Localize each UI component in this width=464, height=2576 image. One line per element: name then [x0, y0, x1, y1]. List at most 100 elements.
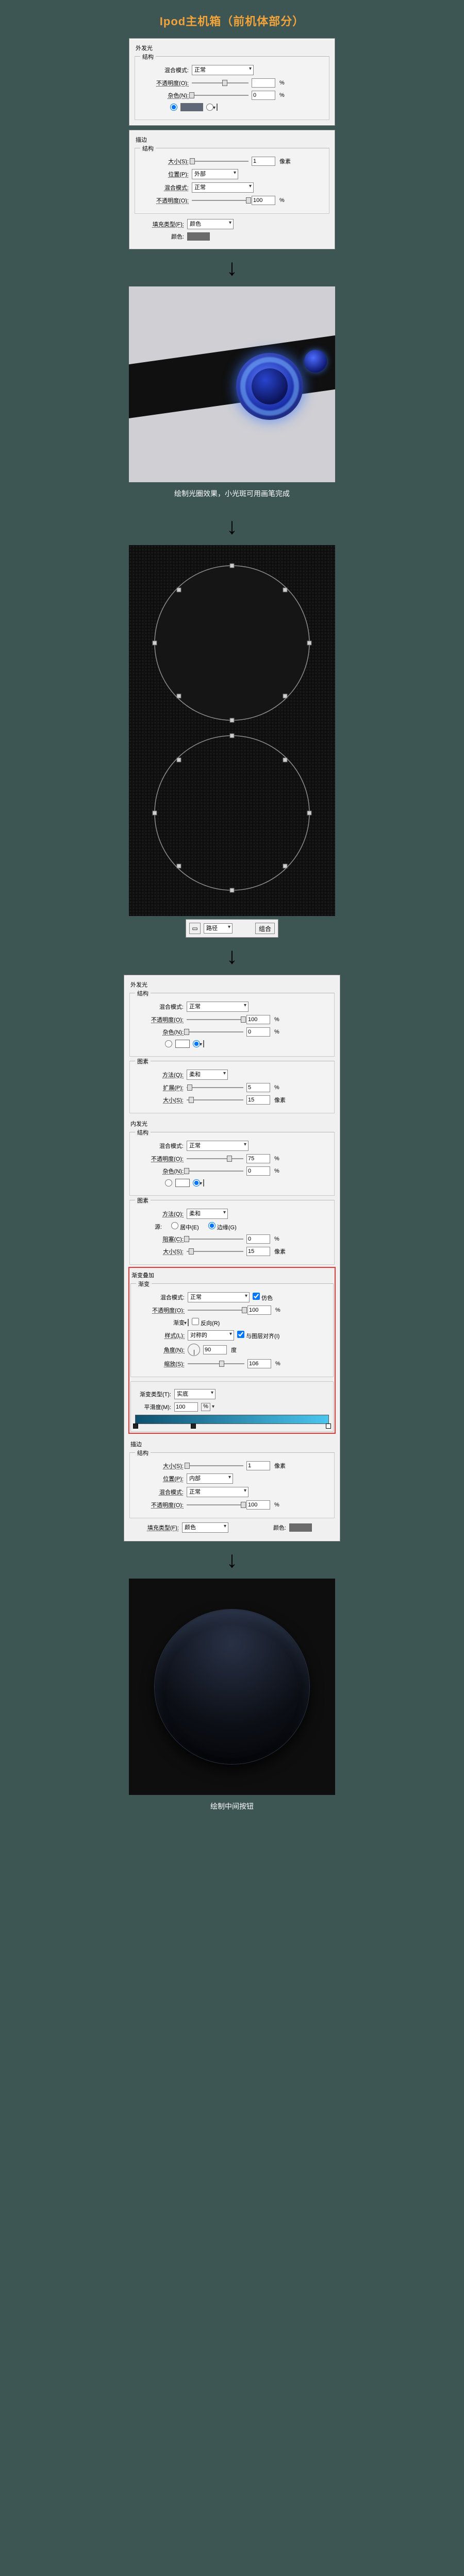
st2-opacity-slider[interactable] [187, 1501, 243, 1509]
angle-dial[interactable] [188, 1344, 200, 1356]
source-center-option[interactable]: 居中(E) [171, 1222, 199, 1231]
source-label: 源: [155, 1223, 162, 1231]
st2-blend-select[interactable]: 正常 [187, 1487, 248, 1497]
size-slider[interactable] [192, 157, 248, 165]
ig-grad-swatch[interactable] [203, 1179, 204, 1187]
gradient-editor-panel: 渐变类型(T): 实底 平滑度(M): % [130, 1381, 334, 1432]
og-color-swatch[interactable] [175, 1040, 190, 1048]
outer-glow-label: 外发光 [136, 44, 153, 52]
panel-stroke-1: 描边 大小(S): 像素 位置(P): 外部 混合模式: 正常 不透明度(O): [129, 130, 335, 249]
stroke-opacity-input[interactable] [252, 196, 275, 205]
toolbar-combine-button[interactable]: 组合 [255, 923, 275, 934]
go-gradient-swatch[interactable] [188, 1319, 189, 1326]
section-head-outer-glow: 外发光 [135, 42, 329, 52]
position-select[interactable]: 外部 [192, 169, 238, 179]
og-opacity-input[interactable] [246, 1015, 270, 1024]
unit-px: 像素 [279, 157, 291, 165]
ig-blend-select[interactable]: 正常 [187, 1141, 248, 1151]
og-group-elements: 方法(Q): 柔和 扩展(P): % 大小(S): 像素 [129, 1061, 335, 1113]
og-opacity-slider[interactable] [187, 1015, 243, 1024]
go-opacity-input[interactable] [247, 1306, 271, 1315]
og-spread-input[interactable] [246, 1083, 270, 1092]
blend-mode-select[interactable]: 正常 [192, 65, 254, 75]
section-head-stroke: 描边 [135, 133, 329, 144]
ig-noise-input[interactable] [246, 1166, 270, 1176]
stroke-label: 描边 [136, 135, 147, 144]
stroke-color-swatch[interactable] [187, 232, 210, 241]
og-grad-radio[interactable] [193, 1040, 200, 1047]
glow-gradient-radio[interactable] [206, 104, 213, 111]
go-scale-slider[interactable] [188, 1360, 244, 1368]
ig-color-radio[interactable] [165, 1179, 172, 1187]
unit-pct: % [279, 92, 285, 98]
og-method-select[interactable]: 柔和 [187, 1070, 228, 1080]
arrow-down-icon: ↓ [226, 249, 238, 286]
st2-fill-select[interactable]: 颜色 [182, 1522, 228, 1533]
grad-smooth-input[interactable] [174, 1402, 198, 1412]
ig-choke-input[interactable] [246, 1234, 270, 1244]
go-style-select[interactable]: 对称的 [188, 1330, 234, 1341]
center-button-disc [155, 1609, 309, 1764]
size-input[interactable] [252, 157, 275, 166]
ig-size-slider[interactable] [187, 1247, 243, 1256]
fill-type-label: 填充类型(F): [135, 220, 184, 228]
color-label: 颜色: [135, 232, 184, 241]
panel-outer-glow-1: 外发光 混合模式: 正常 不透明度(O): % 杂色(N): % [129, 38, 335, 126]
go-opacity-slider[interactable] [188, 1306, 244, 1314]
og-size-slider[interactable] [187, 1096, 243, 1104]
hdr-stroke-2: 描边 [130, 1440, 142, 1448]
ig-color-swatch[interactable] [175, 1179, 190, 1187]
glow-color-radio[interactable] [170, 104, 177, 111]
go-scale-input[interactable] [247, 1359, 271, 1368]
stroke-opacity-slider[interactable] [192, 196, 248, 205]
og-group-structure: 混合模式: 正常 不透明度(O): % 杂色(N): % [129, 993, 335, 1057]
ig-grad-radio[interactable] [193, 1179, 200, 1187]
noise-input[interactable] [252, 91, 275, 100]
stroke-opacity-label: 不透明度(O): [139, 196, 189, 205]
gradient-bar[interactable] [135, 1415, 329, 1424]
st2-group-structure: 大小(S): 像素 位置(P): 内部 混合模式: 正常 不透明度(O): % [129, 1452, 335, 1518]
st2-size-input[interactable] [246, 1461, 270, 1470]
st2-pos-select[interactable]: 内部 [187, 1473, 233, 1484]
go-align-check[interactable]: 与图层对齐(I) [237, 1331, 279, 1340]
path-mode-icon[interactable]: ▭ [189, 923, 201, 934]
go-blend-select[interactable]: 正常 [188, 1292, 250, 1302]
position-label: 位置(P): [139, 170, 189, 178]
st2-size-slider[interactable] [187, 1462, 243, 1470]
ig-group-elements: 方法(Q): 柔和 源: 居中(E) 边缘(G) 阻塞(C): % 大小(S):… [129, 1200, 335, 1265]
ig-method-select[interactable]: 柔和 [187, 1209, 228, 1219]
og-size-input[interactable] [246, 1095, 270, 1105]
ig-choke-slider[interactable] [187, 1235, 243, 1243]
source-edge-option[interactable]: 边缘(G) [208, 1222, 237, 1231]
ig-size-input[interactable] [246, 1247, 270, 1256]
og-color-radio[interactable] [165, 1040, 172, 1047]
st2-opacity-input[interactable] [246, 1500, 270, 1510]
og-spread-slider[interactable] [187, 1083, 243, 1092]
go-dither-check[interactable]: 仿色 [253, 1293, 273, 1302]
grad-type-select[interactable]: 实底 [174, 1389, 216, 1399]
og-noise-input[interactable] [246, 1027, 270, 1037]
fill-type-select[interactable]: 颜色 [187, 219, 234, 229]
ig-noise-slider[interactable] [187, 1167, 243, 1175]
caption-center-button: 绘制中间按钮 [210, 1795, 254, 1821]
preview-center-button [129, 1579, 335, 1795]
ig-opacity-slider[interactable] [187, 1155, 243, 1163]
go-reverse-check[interactable]: 反向(R) [192, 1318, 220, 1327]
stroke-blend-select[interactable]: 正常 [192, 182, 254, 193]
toolbar-path-select[interactable]: 路径 [204, 923, 233, 934]
hdr-gradient-overlay: 渐变叠加 [131, 1271, 154, 1279]
opacity-input[interactable] [252, 78, 275, 88]
og-noise-slider[interactable] [187, 1028, 243, 1036]
og-grad-swatch[interactable] [203, 1040, 204, 1047]
glow-gradient-swatch[interactable] [217, 104, 218, 111]
opacity-slider[interactable] [192, 79, 248, 87]
noise-slider[interactable] [192, 91, 248, 99]
ig-opacity-input[interactable] [246, 1154, 270, 1163]
go-angle-input[interactable] [203, 1345, 227, 1354]
st2-color-swatch[interactable] [289, 1523, 312, 1532]
preview-glow-ring [129, 286, 335, 482]
panel-multi-styles: 外发光 混合模式: 正常 不透明度(O): % 杂色(N): % [124, 975, 340, 1541]
glow-color-swatch[interactable] [180, 103, 203, 111]
og-blend-select[interactable]: 正常 [187, 1002, 248, 1012]
hdr-outer-glow: 外发光 [130, 980, 147, 989]
